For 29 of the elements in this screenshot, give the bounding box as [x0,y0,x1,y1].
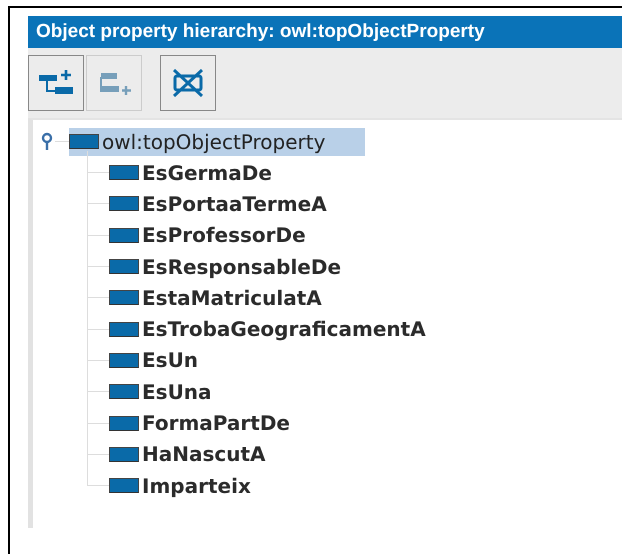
expanded-handle-icon[interactable] [41,132,53,152]
tree-item[interactable]: EsResponsableDe [142,252,344,281]
tree-item[interactable]: EsTrobaGeograficamentA [142,315,429,344]
property-icon [109,259,139,274]
tree-add-button[interactable] [28,55,84,111]
panel-title: Object property hierarchy: owl:topObjectProperty [28,16,622,48]
tree-item[interactable]: EsGermaDe [142,158,275,187]
property-icon [109,384,139,400]
tree-item[interactable]: EstaMatriculatA [142,284,325,312]
tree-item[interactable]: FormaPartDe [142,409,293,438]
tree-item[interactable]: Imparteix [142,472,254,500]
delete-button[interactable] [160,55,216,111]
property-icon [109,322,139,337]
property-icon [69,134,99,149]
property-icon [109,165,139,180]
property-icon [109,352,139,368]
property-icon [109,290,139,306]
tree-item[interactable]: EsPortaaTermeA [142,190,330,218]
property-icon [109,196,139,212]
property-icon [109,446,139,462]
property-icon [109,478,139,494]
tree-item[interactable]: EsProfessorDe [142,221,309,250]
property-icon [109,416,139,431]
tree-item[interactable]: HaNascutA [142,440,269,468]
property-icon [109,228,139,243]
tree-item[interactable]: EsUn [142,346,202,374]
tree-add-icon [37,69,75,97]
tree-item[interactable]: EsUna [142,378,215,406]
delete-icon [170,66,206,100]
